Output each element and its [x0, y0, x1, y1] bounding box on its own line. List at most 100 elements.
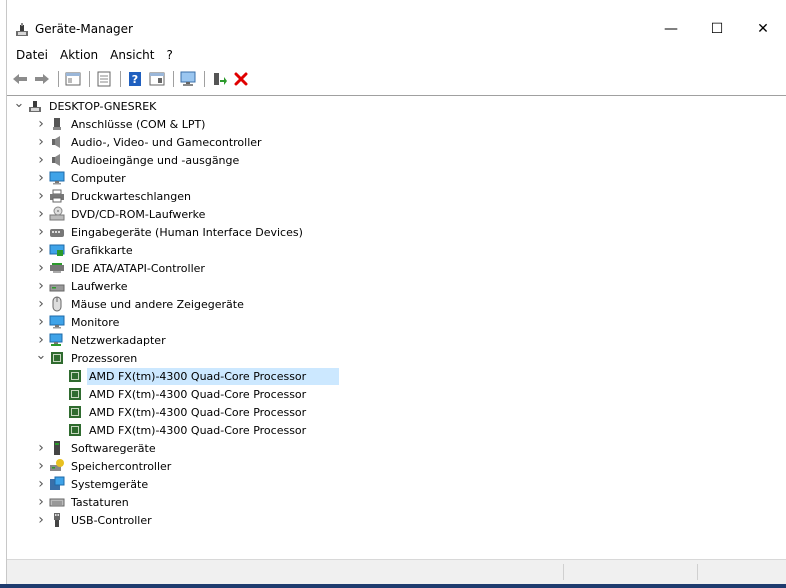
menu-ansicht[interactable]: Ansicht — [106, 46, 162, 64]
processor-icon — [69, 424, 81, 436]
tree-item-ide-ata-atapi-controller[interactable]: › IDE ATA/ATAPI-Controller — [38, 259, 207, 277]
maximize-button[interactable]: ☐ — [694, 14, 740, 44]
expand-chevron-icon[interactable]: › — [35, 493, 47, 511]
tree-item-label: AMD FX(tm)-4300 Quad-Core Processor — [89, 423, 307, 437]
expand-chevron-icon[interactable]: › — [35, 205, 47, 223]
device-manager-window: Geräte-Manager — ☐ ✕ Datei Aktion Ansich… — [0, 0, 786, 588]
action-pane-button[interactable] — [147, 69, 167, 89]
scan-hardware-button[interactable] — [178, 69, 198, 89]
tree-item-eingabegerate-human-interface-devices[interactable]: › Eingabegeräte (Human Interface Devices) — [38, 223, 305, 241]
device-manager-app-icon — [14, 22, 30, 38]
tree-item-icon — [49, 296, 65, 312]
tree-item-audioeingange-und-ausgange[interactable]: › Audioeingänge und -ausgänge — [38, 151, 241, 169]
tree-item-label: Softwaregeräte — [71, 441, 156, 455]
tree-item-systemgerate[interactable]: › Systemgeräte — [38, 475, 150, 493]
tree-item-softwaregerate[interactable]: › Softwaregeräte — [38, 439, 158, 457]
tree-item-label: Grafikkarte — [71, 243, 133, 257]
expand-chevron-icon[interactable]: › — [35, 133, 47, 151]
expand-chevron-icon[interactable]: › — [35, 115, 47, 133]
menu-datei[interactable]: Datei — [12, 46, 56, 64]
tree-item-icon — [49, 314, 65, 330]
display-adapter-icon — [49, 244, 65, 256]
tree-item-speichercontroller[interactable]: › Speichercontroller — [38, 457, 173, 475]
tree-item-mause-und-andere-zeigegerate[interactable]: › Mäuse und andere Zeigegeräte — [38, 295, 246, 313]
expand-chevron-icon[interactable]: › — [35, 475, 47, 493]
close-button[interactable]: ✕ — [740, 14, 786, 44]
tree-item-druckwarteschlangen[interactable]: › Druckwarteschlangen — [38, 187, 193, 205]
toolbar: ? — [10, 69, 253, 89]
title-bar[interactable]: Geräte-Manager — ☐ ✕ — [0, 14, 786, 44]
expand-chevron-icon[interactable]: › — [35, 187, 47, 205]
update-driver-icon — [214, 73, 227, 85]
window-title: Geräte-Manager — [35, 22, 133, 36]
tree-item-dvd-cd-rom-laufwerke[interactable]: › DVD/CD-ROM-Laufwerke — [38, 205, 207, 223]
menu-help[interactable]: ? — [162, 46, 180, 64]
menu-aktion[interactable]: Aktion — [56, 46, 106, 64]
tree-item-tastaturen[interactable]: › Tastaturen — [38, 493, 131, 511]
tree-item-icon — [49, 440, 65, 456]
tree-item-label: USB-Controller — [71, 513, 152, 527]
expand-chevron-icon[interactable]: › — [35, 151, 47, 169]
computer-icon — [29, 101, 41, 112]
expand-chevron-icon[interactable]: › — [35, 277, 47, 295]
tree-item-label: Tastaturen — [71, 495, 129, 509]
tree-item-label: Speichercontroller — [71, 459, 172, 473]
forward-button[interactable] — [32, 69, 52, 89]
collapse-chevron-icon[interactable]: ⌄ — [35, 347, 47, 365]
expand-chevron-icon[interactable]: › — [35, 457, 47, 475]
tree-item-label: AMD FX(tm)-4300 Quad-Core Processor — [89, 405, 307, 419]
expand-chevron-icon[interactable]: › — [35, 241, 47, 259]
printer-icon — [50, 189, 64, 203]
expand-chevron-icon[interactable]: › — [35, 313, 47, 331]
collapse-chevron-icon[interactable]: ⌄ — [13, 95, 25, 113]
network-adapter-icon — [49, 333, 63, 346]
tree-item-label: DVD/CD-ROM-Laufwerke — [71, 207, 206, 221]
expand-chevron-icon[interactable]: › — [35, 169, 47, 187]
status-bar-divider — [697, 564, 698, 580]
tree-item-processor[interactable]: AMD FX(tm)-4300 Quad-Core Processor — [67, 403, 308, 421]
tree-item-icon — [27, 98, 43, 114]
mouse-icon — [52, 296, 62, 312]
processor-icon — [51, 352, 63, 364]
tree-item-processor[interactable]: AMD FX(tm)-4300 Quad-Core Processor — [67, 367, 339, 385]
tree-root-computer[interactable]: ⌄ DESKTOP-GNESREK — [14, 96, 158, 115]
tree-item-usb-controller[interactable]: › USB-Controller — [38, 511, 154, 529]
show-hide-console-tree-button[interactable] — [63, 69, 83, 89]
expand-chevron-icon[interactable]: › — [35, 439, 47, 457]
device-tree[interactable]: ⌄ DESKTOP-GNESREK › Anschlüsse (COM & LPT) ›… — [7, 95, 786, 559]
expand-chevron-icon[interactable]: › — [35, 511, 47, 529]
port-icon — [53, 118, 61, 130]
tree-item-label: Netzwerkadapter — [71, 333, 166, 347]
tree-item-prozessoren[interactable]: ⌄ Prozessoren — [36, 348, 139, 367]
expand-chevron-icon[interactable]: › — [35, 223, 47, 241]
dvd-drive-icon — [49, 206, 65, 221]
tree-item-processor[interactable]: AMD FX(tm)-4300 Quad-Core Processor — [67, 385, 308, 403]
toolbar-separator — [173, 71, 174, 87]
toolbar-separator — [89, 71, 90, 87]
update-driver-button[interactable] — [209, 69, 229, 89]
properties-button[interactable] — [94, 69, 114, 89]
tree-item-icon — [67, 368, 83, 384]
tree-item-anschlusse-com-lpt[interactable]: › Anschlüsse (COM & LPT) — [38, 115, 207, 133]
tree-item-laufwerke[interactable]: › Laufwerke — [38, 277, 130, 295]
tree-item-netzwerkadapter[interactable]: › Netzwerkadapter — [38, 331, 168, 349]
uninstall-device-button[interactable] — [231, 69, 251, 89]
expand-chevron-icon[interactable]: › — [35, 259, 47, 277]
uninstall-device-icon — [234, 72, 248, 86]
tree-item-grafikkarte[interactable]: › Grafikkarte — [38, 241, 135, 259]
expand-chevron-icon[interactable]: › — [35, 295, 47, 313]
status-bar-divider — [563, 564, 564, 580]
tree-item-icon — [67, 386, 83, 402]
minimize-button[interactable]: — — [648, 14, 694, 44]
toolbar-separator — [58, 71, 59, 87]
tree-item-processor[interactable]: AMD FX(tm)-4300 Quad-Core Processor — [67, 421, 308, 439]
back-button[interactable] — [10, 69, 30, 89]
monitor-icon — [49, 171, 65, 185]
tree-item-monitore[interactable]: › Monitore — [38, 313, 121, 331]
help-button[interactable]: ? — [125, 69, 145, 89]
tree-item-icon — [49, 188, 65, 204]
usb-icon — [54, 513, 60, 527]
tree-item-audio-video-und-gamecontroller[interactable]: › Audio-, Video- und Gamecontroller — [38, 133, 264, 151]
tree-item-computer[interactable]: › Computer — [38, 169, 128, 187]
tree-item-icon — [49, 116, 65, 132]
